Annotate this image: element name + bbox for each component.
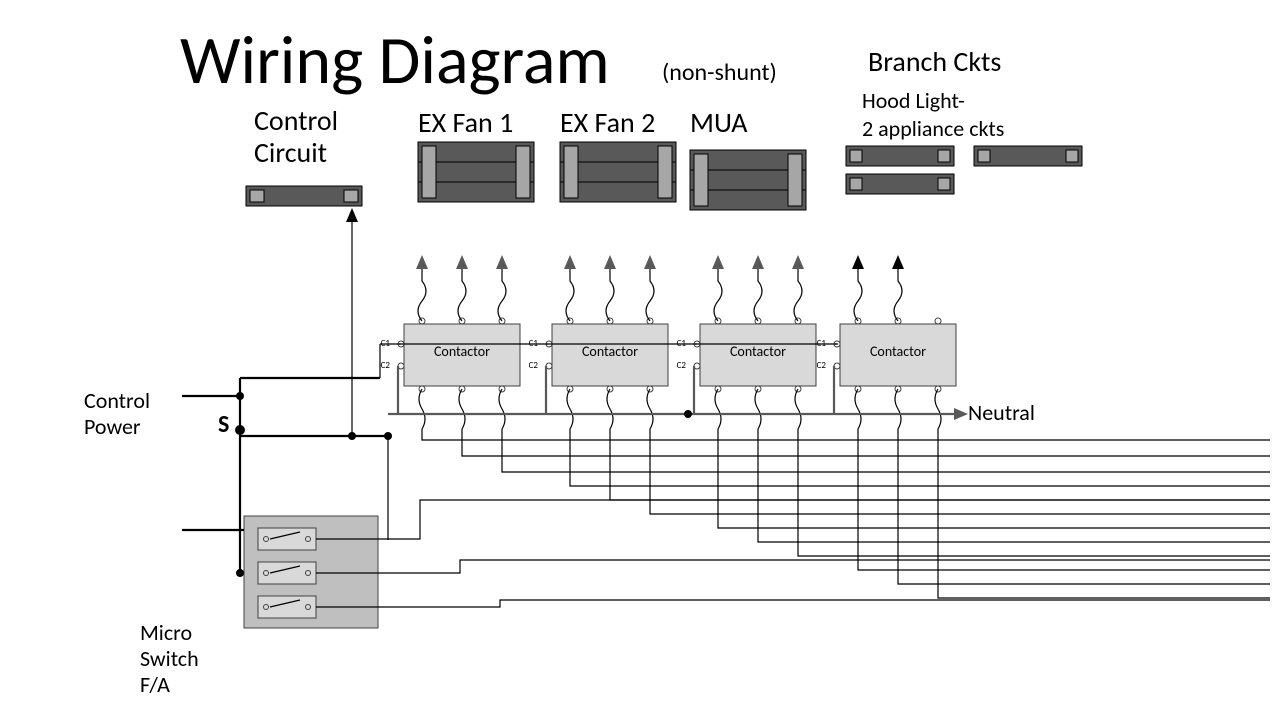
contactor-2: Contactor C1 C2 [529,318,668,392]
breaker-exfan2 [560,142,676,202]
label-branch-ckts: Branch Ckts [868,44,1001,79]
breaker-branch-a [846,146,954,166]
contactor-1: Contactor C1 C2 [381,318,520,392]
label-hood-light-2: 2 appliance ckts [862,115,1004,142]
label-control-circuit-1: Control [254,103,338,138]
label-mua: MUA [690,105,748,140]
output-arrows [416,255,904,321]
label-control-power-2: Power [84,413,141,440]
breaker-exfan1 [418,142,534,202]
title-main: Wiring Diagram [180,19,610,102]
svg-text:Contactor: Contactor [582,343,638,360]
bottom-bus [419,389,1270,598]
label-neutral: Neutral [968,399,1035,426]
micro-runs [316,436,1270,607]
label-micro-1: Micro [140,619,192,646]
svg-text:C2: C2 [817,360,827,371]
label-control-power-1: Control [84,387,150,414]
svg-text:Contactor: Contactor [730,343,786,360]
label-ex-fan-1: EX Fan 1 [418,105,513,140]
svg-text:C2: C2 [529,360,539,371]
label-s: S [218,410,229,439]
breaker-mua [690,150,806,210]
svg-text:C2: C2 [381,360,391,371]
label-micro-3: F/A [140,671,170,698]
contactor-4: Contactor C1 C2 [817,318,956,392]
breaker-control [246,186,362,206]
micro-switch-block [244,516,378,628]
breaker-branch-b [846,174,954,194]
svg-text:Contactor: Contactor [870,343,926,360]
label-hood-light-1: Hood Light- [862,87,965,114]
title-sub: (non-shunt) [662,58,777,87]
contactor-3: Contactor C1 C2 [677,318,816,392]
control-up [346,208,358,436]
breaker-branch-c [974,146,1082,166]
label-ex-fan-2: EX Fan 2 [560,105,655,140]
label-control-circuit-2: Circuit [254,135,327,170]
svg-text:C2: C2 [677,360,687,371]
svg-text:Contactor: Contactor [434,343,490,360]
label-micro-2: Switch [140,645,199,672]
